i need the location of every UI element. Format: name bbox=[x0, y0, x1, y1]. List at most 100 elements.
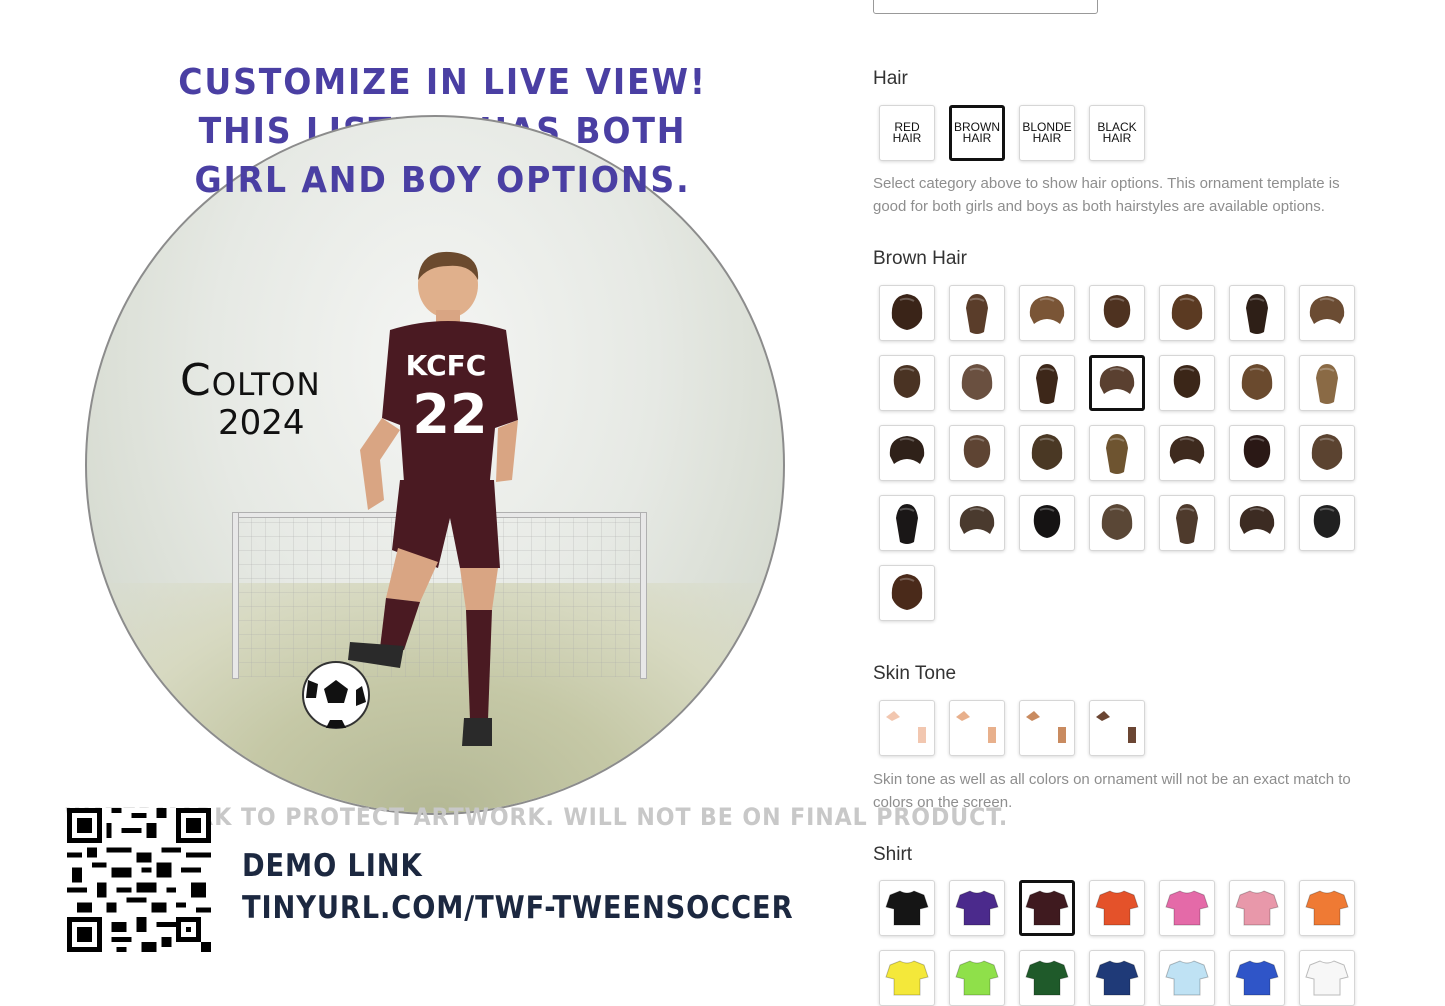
hair-style-option[interactable] bbox=[1159, 285, 1215, 341]
hair-style-option[interactable] bbox=[949, 425, 1005, 481]
hair-category-label: BROWN HAIR bbox=[954, 121, 1000, 144]
headline-line-3: GIRL AND BOY OPTIONS. bbox=[194, 160, 691, 201]
hair-style-option[interactable] bbox=[1229, 285, 1285, 341]
hair-style-option[interactable] bbox=[1299, 285, 1355, 341]
skin-tone-option[interactable] bbox=[949, 700, 1005, 756]
hair-style-icon bbox=[963, 435, 991, 468]
hair-style-option[interactable] bbox=[949, 355, 1005, 411]
hair-style-icon bbox=[959, 506, 995, 534]
shirt-color-option[interactable] bbox=[1229, 950, 1285, 1006]
shirt-icon bbox=[955, 960, 999, 996]
skin-tone-option[interactable] bbox=[879, 700, 935, 756]
hair-style-icon bbox=[893, 365, 921, 398]
brown-hair-section-title: Brown Hair bbox=[873, 248, 967, 269]
shirt-icon bbox=[1235, 960, 1279, 996]
shirt-color-option[interactable] bbox=[1089, 950, 1145, 1006]
hair-style-icon bbox=[966, 294, 988, 334]
hair-style-option[interactable] bbox=[879, 285, 935, 341]
hair-style-option[interactable] bbox=[1089, 355, 1145, 411]
hair-style-icon bbox=[1316, 364, 1338, 404]
shirt-icon bbox=[1095, 890, 1139, 926]
hair-style-option[interactable] bbox=[1299, 495, 1355, 551]
hair-category-option[interactable]: BLACK HAIR bbox=[1089, 105, 1145, 161]
hair-style-icon bbox=[1173, 365, 1201, 398]
hair-style-option[interactable] bbox=[949, 495, 1005, 551]
shirt-color-option[interactable] bbox=[949, 950, 1005, 1006]
hair-style-option[interactable] bbox=[1089, 425, 1145, 481]
hair-section-title: Hair bbox=[873, 68, 908, 89]
shirt-color-option[interactable] bbox=[879, 880, 935, 936]
hair-style-option[interactable] bbox=[1229, 425, 1285, 481]
shirt-color-option[interactable] bbox=[1019, 880, 1075, 936]
hair-style-option[interactable] bbox=[1299, 425, 1355, 481]
hair-style-option[interactable] bbox=[879, 565, 935, 621]
shirt-color-option[interactable] bbox=[879, 950, 935, 1006]
shirt-color-option[interactable] bbox=[1299, 880, 1355, 936]
hair-style-icon bbox=[891, 574, 923, 610]
hair-category-label-line2: HAIR bbox=[1102, 131, 1132, 145]
hair-category-option[interactable]: BROWN HAIR bbox=[949, 105, 1005, 161]
shirt-icon bbox=[1235, 890, 1279, 926]
jersey-team: KCFC bbox=[406, 349, 487, 382]
hair-style-option[interactable] bbox=[1019, 425, 1075, 481]
hair-style-option[interactable] bbox=[1159, 355, 1215, 411]
skin-tone-icon bbox=[956, 711, 996, 743]
hair-style-option[interactable] bbox=[1089, 495, 1145, 551]
hair-style-icon bbox=[1241, 364, 1273, 400]
shirt-color-option[interactable] bbox=[1299, 950, 1355, 1006]
hair-style-icon bbox=[1176, 504, 1198, 544]
shirt-color-option[interactable] bbox=[1089, 880, 1145, 936]
shirt-color-option[interactable] bbox=[1229, 880, 1285, 936]
hair-style-option[interactable] bbox=[1229, 355, 1285, 411]
hair-category-label: BLACK HAIR bbox=[1097, 121, 1136, 145]
demo-link-title: DEMO LINK bbox=[242, 848, 423, 884]
shirt-icon bbox=[885, 890, 929, 926]
hair-style-option[interactable] bbox=[1019, 355, 1075, 411]
hair-style-option[interactable] bbox=[1089, 285, 1145, 341]
hair-style-option[interactable] bbox=[1159, 425, 1215, 481]
hair-style-icon bbox=[1031, 434, 1063, 470]
hair-category-label: RED HAIR bbox=[892, 121, 922, 145]
hair-style-icon bbox=[896, 504, 918, 544]
hair-help-text: Select category above to show hair optio… bbox=[873, 175, 1340, 215]
qr-code bbox=[67, 808, 211, 952]
hair-style-icon bbox=[1099, 366, 1135, 394]
shirt-section-title: Shirt bbox=[873, 844, 913, 865]
hair-category-option[interactable]: BLONDE HAIR bbox=[1019, 105, 1075, 161]
hair-category-label-line2: HAIR bbox=[1032, 131, 1062, 145]
shirt-color-option[interactable] bbox=[1159, 880, 1215, 936]
shirt-icon bbox=[1025, 890, 1069, 926]
hair-style-option[interactable] bbox=[1019, 285, 1075, 341]
hair-category-label-line2: HAIR bbox=[892, 131, 922, 145]
skin-tone-option[interactable] bbox=[1089, 700, 1145, 756]
shirt-color-option[interactable] bbox=[1159, 950, 1215, 1006]
demo-link-url[interactable]: TINYURL.COM/TWF-TWEENSOCCER bbox=[242, 890, 793, 926]
hair-style-icon bbox=[1313, 505, 1341, 538]
hair-style-option[interactable] bbox=[879, 425, 935, 481]
hair-style-option[interactable] bbox=[879, 495, 935, 551]
shirt-icon bbox=[955, 890, 999, 926]
goal-post-left bbox=[232, 512, 239, 679]
skin-tone-icon bbox=[1096, 711, 1136, 743]
hair-category-label: BLONDE HAIR bbox=[1022, 121, 1071, 145]
shirt-icon bbox=[1305, 890, 1349, 926]
hair-style-option[interactable] bbox=[879, 355, 935, 411]
hair-style-icon bbox=[889, 436, 925, 464]
hair-style-icon bbox=[1101, 504, 1133, 540]
hair-style-icon bbox=[1309, 296, 1345, 324]
skin-tone-icon bbox=[886, 711, 926, 743]
skin-help-text: Skin tone as well as all colors on ornam… bbox=[873, 771, 1351, 811]
hair-style-option[interactable] bbox=[1299, 355, 1355, 411]
hair-style-option[interactable] bbox=[1229, 495, 1285, 551]
hair-style-icon bbox=[1246, 294, 1268, 334]
shirt-color-option[interactable] bbox=[1019, 950, 1075, 1006]
shirt-color-option[interactable] bbox=[949, 880, 1005, 936]
hair-style-option[interactable] bbox=[1019, 495, 1075, 551]
hair-style-option[interactable] bbox=[949, 285, 1005, 341]
shirt-icon bbox=[1025, 960, 1069, 996]
skin-tone-option[interactable] bbox=[1019, 700, 1075, 756]
hair-style-option[interactable] bbox=[1159, 495, 1215, 551]
hair-style-icon bbox=[1103, 295, 1131, 328]
hair-category-option[interactable]: RED HAIR bbox=[879, 105, 935, 161]
option-select[interactable] bbox=[873, 0, 1098, 14]
